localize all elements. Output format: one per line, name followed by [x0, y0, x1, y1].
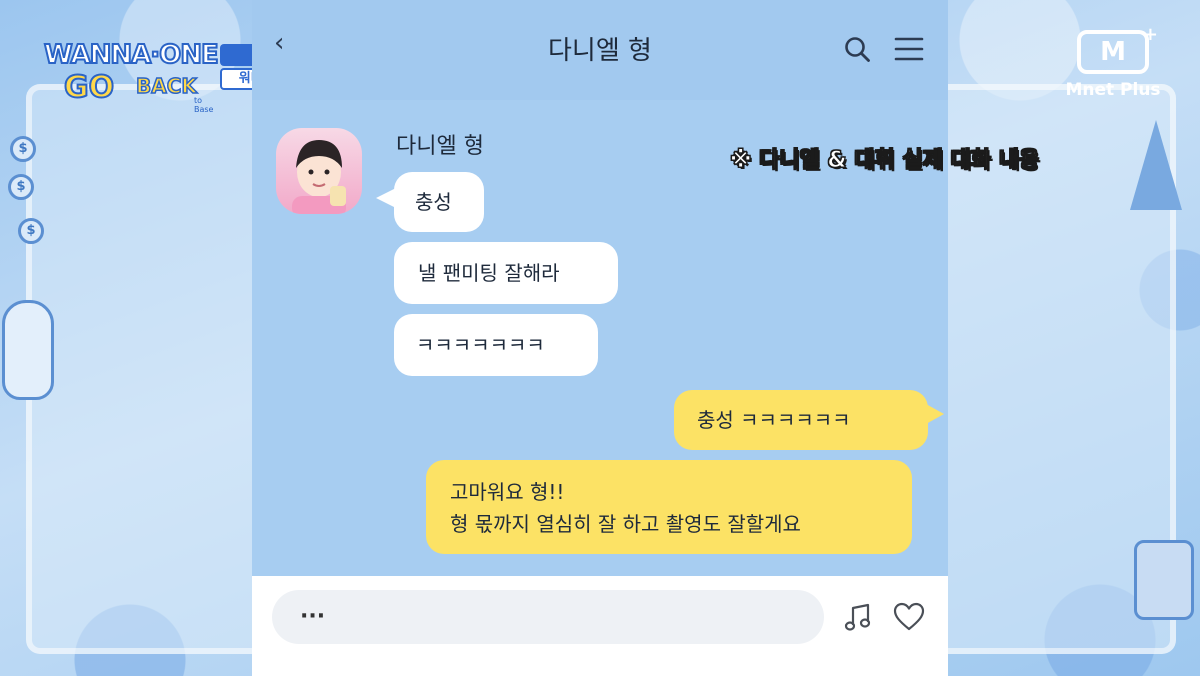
- search-icon[interactable]: [844, 36, 870, 62]
- bubble-tail: [376, 188, 396, 208]
- outgoing-message: 고마워요 형!! 형 몫까지 열심히 잘 하고 촬영도 잘할게요: [426, 460, 912, 554]
- avatar-illustration: [292, 140, 346, 214]
- traffic-cone-doodle: [1130, 120, 1182, 210]
- brand-mark: M: [1077, 30, 1149, 74]
- logo-back: BACK: [135, 73, 197, 99]
- broadcaster-logo: M + Mnet Plus: [1058, 24, 1168, 114]
- message-input[interactable]: ···: [272, 590, 824, 644]
- outgoing-message: 충성 ㅋㅋㅋㅋㅋㅋ: [674, 390, 928, 450]
- incoming-message: 낼 팬미팅 잘해라: [394, 242, 618, 304]
- chat-input-bar: ···: [252, 576, 948, 676]
- logo-title: WANNA·ONE: [43, 39, 220, 71]
- chat-window: ‹ 다니엘 형 다니엘 형 충성 낼 팬미팅 잘해라 ㅋㅋㅋㅋㅋㅋㅋ 충성 ㅋㅋ…: [252, 0, 948, 676]
- brand-plus: +: [1142, 24, 1158, 45]
- music-note-icon[interactable]: [844, 602, 872, 632]
- outgoing-message-line: 고마워요 형!!: [450, 480, 565, 504]
- incoming-message: 충성: [394, 172, 484, 232]
- incoming-message: ㅋㅋㅋㅋㅋㅋㅋ: [394, 314, 598, 376]
- brand-name: Mnet Plus: [1065, 80, 1161, 100]
- coin-icon: $: [18, 218, 44, 244]
- lantern-doodle: [1134, 540, 1194, 620]
- caption-overlay: ※ 다니엘 & 대휘 실제 대화 내용: [729, 148, 1040, 174]
- coin-icon: $: [10, 136, 36, 162]
- coin-icon: $: [8, 174, 34, 200]
- logo-go: GO: [63, 69, 115, 106]
- avatar[interactable]: [276, 128, 362, 214]
- heart-icon[interactable]: [893, 602, 925, 632]
- bubble-tail: [926, 404, 944, 424]
- menu-icon[interactable]: [894, 36, 924, 62]
- sender-name: 다니엘 형: [396, 134, 484, 159]
- outgoing-message-line: 형 몫까지 열심히 잘 하고 촬영도 잘할게요: [450, 512, 801, 536]
- chat-header: ‹ 다니엘 형: [252, 0, 948, 100]
- show-logo: WANNA·ONE GO BACK to Base: [43, 39, 222, 114]
- rabbit-doodle: [2, 300, 54, 400]
- logo-tobase: to Base: [194, 96, 214, 114]
